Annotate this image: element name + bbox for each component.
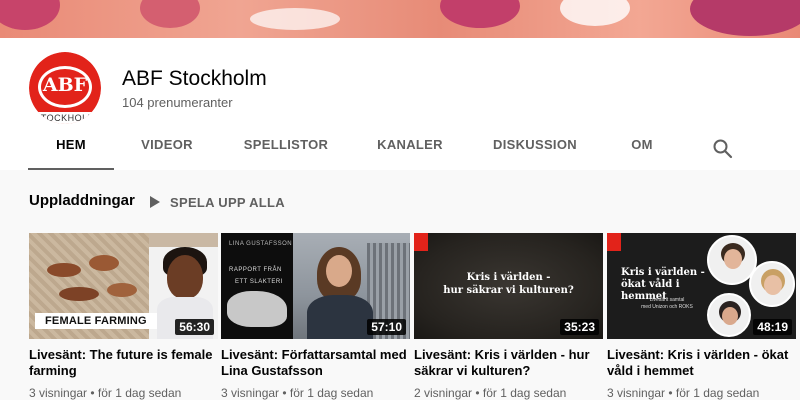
video-thumbnail[interactable]: Kris i världen - hur säkrar vi kulturen?…: [414, 233, 603, 339]
tab-videor[interactable]: VIDEOR: [128, 132, 206, 170]
thumb-small-2: med Unizon och ROKS: [641, 304, 693, 310]
tab-kanaler[interactable]: KANALER: [366, 132, 454, 170]
thumb-speaker-circle: [749, 261, 795, 307]
thumb-title-label: FEMALE FARMING: [35, 313, 157, 329]
thumb-speaker-face: [724, 249, 742, 269]
video-title[interactable]: Livesänt: Författarsamtal med Lina Gusta…: [221, 347, 410, 379]
thumb-person-body: [307, 295, 373, 339]
avatar-city-text: STOCKHOLM: [29, 112, 101, 124]
video-card[interactable]: FEMALE FARMING 56:30 Livesänt: The futur…: [29, 233, 218, 400]
search-icon[interactable]: [710, 136, 736, 162]
video-meta: 3 visningar • för 1 dag sedan: [607, 386, 760, 400]
thumb-book-cover: LINA GUSTAFSSON RAPPORT FRÅN ETT SLAKTER…: [221, 233, 293, 339]
tab-hem[interactable]: HEM: [28, 132, 114, 170]
subscriber-count: 104 prenumeranter: [122, 95, 233, 110]
thumb-book-author: LINA GUSTAFSSON: [229, 241, 293, 247]
tab-spellistor[interactable]: SPELLISTOR: [232, 132, 340, 170]
play-icon: [150, 196, 160, 208]
banner-shape: [560, 0, 630, 26]
video-card[interactable]: LINA GUSTAFSSON RAPPORT FRÅN ETT SLAKTER…: [221, 233, 410, 400]
thumb-book-title-1: RAPPORT FRÅN: [229, 267, 282, 273]
video-duration: 56:30: [175, 319, 214, 335]
video-card[interactable]: Kris i världen - hur säkrar vi kulturen?…: [414, 233, 603, 400]
video-duration: 48:19: [753, 319, 792, 335]
video-meta: 3 visningar • för 1 dag sedan: [221, 386, 374, 400]
video-meta: 3 visningar • för 1 dag sedan: [29, 386, 182, 400]
thumb-shape: [107, 283, 137, 297]
thumb-line-1: Kris i världen -: [621, 267, 705, 278]
channel-header: ABF STOCKHOLM ABF Stockholm 104 prenumer…: [0, 38, 800, 170]
thumb-line-1: Kris i världen -: [466, 272, 551, 283]
tab-om[interactable]: OM: [614, 132, 670, 170]
video-duration: 57:10: [367, 319, 406, 335]
thumb-shape: [47, 263, 81, 277]
thumb-person-face: [167, 255, 203, 299]
video-meta: 2 visningar • för 1 dag sedan: [414, 386, 567, 400]
video-title[interactable]: Livesänt: Kris i världen - ökat våld i h…: [607, 347, 796, 379]
banner-shape: [0, 0, 60, 30]
play-all-label: SPELA UPP ALLA: [170, 194, 285, 210]
thumb-title-text: Kris i världen - hur säkrar vi kulturen?: [414, 271, 603, 297]
video-thumbnail[interactable]: LINA GUSTAFSSON RAPPORT FRÅN ETT SLAKTER…: [221, 233, 410, 339]
thumb-shape: [59, 287, 99, 301]
avatar-logo-text: ABF: [42, 74, 88, 96]
channel-tabs: HEM VIDEOR SPELLISTOR KANALER DISKUSSION…: [0, 132, 800, 170]
thumb-subtitle: Livesänt samtal med Unizon och ROKS: [637, 297, 697, 311]
video-title[interactable]: Livesänt: Kris i världen - hur säkrar vi…: [414, 347, 603, 379]
channel-avatar[interactable]: ABF STOCKHOLM: [29, 52, 101, 124]
channel-name: ABF Stockholm: [122, 67, 267, 90]
thumb-person-face: [326, 255, 352, 287]
channel-banner: [0, 0, 800, 38]
banner-shape: [690, 0, 800, 36]
video-card[interactable]: Kris i världen - ökat våld i hemmet Live…: [607, 233, 796, 400]
video-thumbnail[interactable]: Kris i världen - ökat våld i hemmet Live…: [607, 233, 796, 339]
thumb-line-2: hur säkrar vi kulturen?: [443, 285, 574, 296]
banner-shape: [140, 0, 200, 28]
thumb-abf-badge: [607, 233, 621, 251]
video-duration: 35:23: [560, 319, 599, 335]
play-all-button[interactable]: SPELA UPP ALLA: [150, 193, 285, 211]
banner-shape: [250, 8, 340, 30]
video-title[interactable]: Livesänt: The future is female farming: [29, 347, 218, 379]
banner-shape: [440, 0, 520, 28]
thumb-small-1: Livesänt samtal: [649, 297, 685, 303]
thumb-shape: [89, 255, 119, 271]
thumb-abf-badge: [414, 233, 428, 251]
thumb-pig-image: [227, 291, 287, 327]
video-thumbnail[interactable]: FEMALE FARMING 56:30: [29, 233, 218, 339]
section-title[interactable]: Uppladdningar: [29, 192, 135, 209]
thumb-speaker-face: [764, 275, 782, 295]
thumb-book-title-2: ETT SLAKTERI: [235, 279, 283, 285]
tab-diskussion[interactable]: DISKUSSION: [484, 132, 586, 170]
thumb-speaker-face: [722, 307, 738, 325]
thumb-speaker-circle: [707, 293, 751, 337]
